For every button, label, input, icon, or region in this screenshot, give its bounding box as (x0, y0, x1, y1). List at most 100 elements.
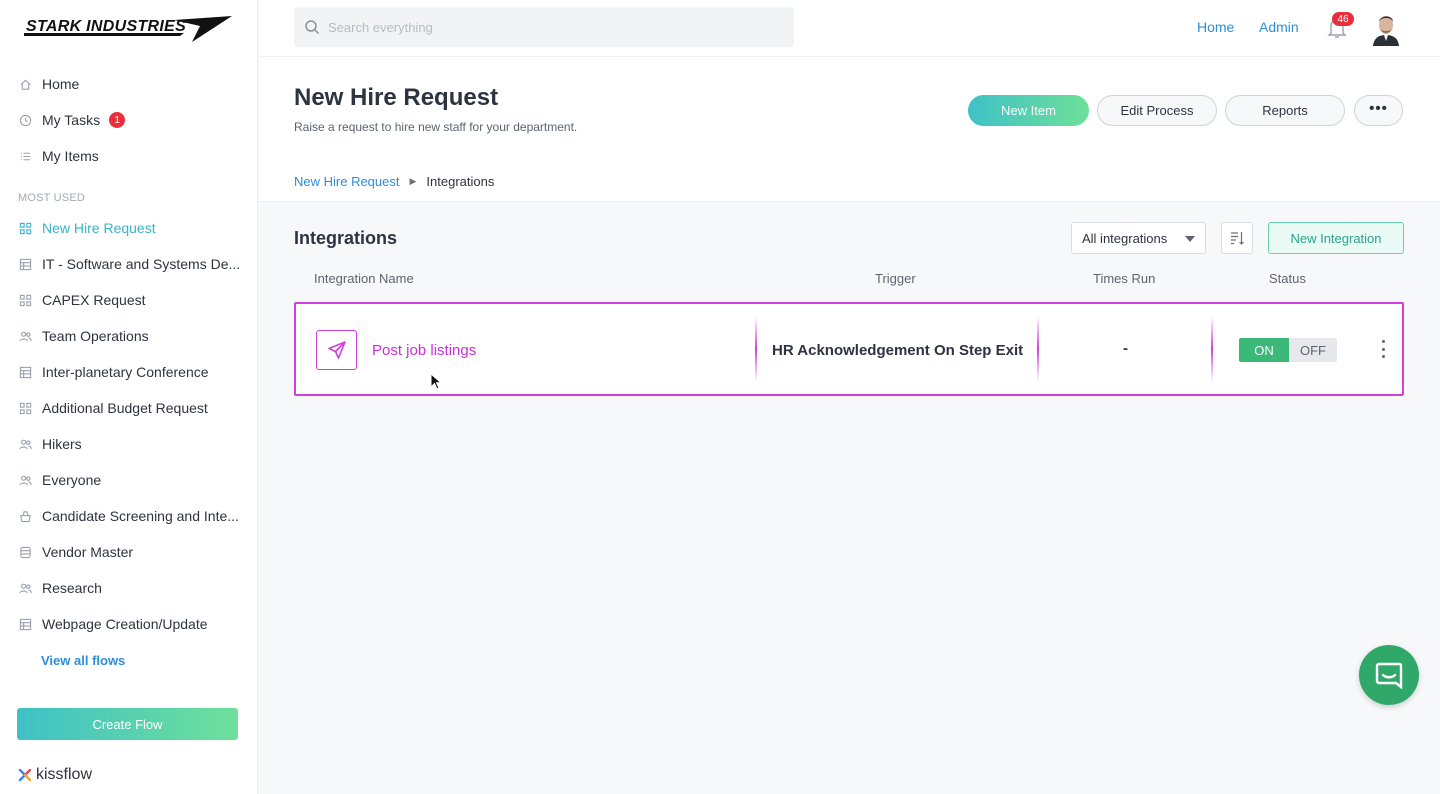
sidebar-item-home[interactable]: Home (0, 66, 258, 102)
integrations-heading: Integrations (294, 228, 398, 248)
chat-launcher-button[interactable] (1359, 645, 1419, 705)
table-icon (18, 617, 32, 631)
tasks-count-badge: 1 (109, 112, 126, 128)
people-icon (18, 473, 32, 487)
people-icon (18, 329, 32, 343)
new-item-button[interactable]: New Item (968, 95, 1089, 126)
sidebar: STARK INDUSTRIES Home My Tasks 1 My Item… (0, 0, 258, 794)
sidebar-item-everyone[interactable]: Everyone (0, 462, 258, 498)
sidebar-item-label: Team Operations (42, 328, 149, 344)
home-link[interactable]: Home (1197, 19, 1234, 35)
sidebar-item-it-software[interactable]: IT - Software and Systems De... (0, 246, 258, 282)
sidebar-item-label: Everyone (42, 472, 102, 488)
reports-button[interactable]: Reports (1225, 95, 1345, 126)
sidebar-item-label: Candidate Screening and Inte... (42, 508, 239, 524)
sidebar-item-label: IT - Software and Systems De... (42, 256, 241, 272)
column-header-times-run: Times Run (1093, 271, 1156, 286)
sidebar-item-label: My Tasks (42, 112, 101, 128)
most-used-heading: MOST USED (18, 192, 85, 204)
database-icon (18, 545, 32, 559)
flow-icon (18, 221, 32, 235)
sidebar-item-label: Additional Budget Request (42, 400, 208, 416)
sidebar-item-label: Webpage Creation/Update (42, 616, 208, 632)
sidebar-item-my-tasks[interactable]: My Tasks 1 (0, 102, 258, 138)
most-used-flows: New Hire Request IT - Software and Syste… (0, 210, 258, 642)
sidebar-item-vendor-master[interactable]: Vendor Master (0, 534, 258, 570)
edit-process-button[interactable]: Edit Process (1097, 95, 1217, 126)
flow-icon (18, 401, 32, 415)
column-header-status: Status (1269, 271, 1306, 286)
people-icon (18, 437, 32, 451)
create-flow-button[interactable]: Create Flow (17, 708, 238, 740)
column-divider (1037, 316, 1039, 382)
column-divider (1211, 316, 1213, 382)
flow-icon (18, 293, 32, 307)
breadcrumb-parent-link[interactable]: New Hire Request (294, 174, 400, 189)
people-icon (18, 581, 32, 595)
sidebar-item-label: CAPEX Request (42, 292, 146, 308)
clock-icon (18, 113, 32, 127)
kissflow-logo: kissflow (17, 766, 92, 784)
search-input[interactable] (328, 19, 768, 35)
stark-industries-logo[interactable]: STARK INDUSTRIES (24, 12, 236, 46)
paper-plane-icon (316, 330, 357, 370)
integration-trigger: HR Acknowledgement On Step Exit (772, 342, 1024, 359)
sidebar-item-candidate-screening[interactable]: Candidate Screening and Inte... (0, 498, 258, 534)
search-box[interactable] (294, 7, 794, 47)
notifications-count-badge: 46 (1332, 12, 1354, 26)
view-all-flows-link[interactable]: View all flows (41, 653, 125, 668)
breadcrumb: New Hire Request ▶ Integrations (294, 174, 494, 189)
sidebar-item-inter-planetary-conference[interactable]: Inter-planetary Conference (0, 354, 258, 390)
admin-link[interactable]: Admin (1259, 19, 1299, 35)
page-subtitle: Raise a request to hire new staff for yo… (294, 120, 578, 134)
column-header-trigger: Trigger (875, 271, 916, 286)
home-icon (18, 77, 32, 91)
integration-row[interactable]: Post job listings HR Acknowledgement On … (294, 302, 1404, 396)
filter-value: All integrations (1082, 230, 1168, 246)
sort-button[interactable] (1221, 222, 1253, 254)
more-dots-icon: ••• (1369, 100, 1388, 117)
sidebar-item-label: My Items (42, 148, 99, 164)
sidebar-item-capex-request[interactable]: CAPEX Request (0, 282, 258, 318)
sidebar-item-research[interactable]: Research (0, 570, 258, 606)
search-icon (305, 20, 320, 35)
caret-down-icon (1185, 236, 1195, 242)
more-options-button[interactable]: ••• (1354, 95, 1403, 126)
chat-icon (1375, 662, 1403, 689)
sidebar-item-team-operations[interactable]: Team Operations (0, 318, 258, 354)
status-off-option[interactable]: OFF (1289, 338, 1337, 362)
table-icon (18, 257, 32, 271)
column-header-integration-name: Integration Name (314, 271, 414, 286)
sidebar-item-additional-budget-request[interactable]: Additional Budget Request (0, 390, 258, 426)
page-title: New Hire Request (294, 84, 499, 111)
sidebar-item-label: Inter-planetary Conference (42, 364, 209, 380)
logo-text: STARK INDUSTRIES (26, 18, 187, 35)
bag-icon (18, 509, 32, 523)
sidebar-item-my-items[interactable]: My Items (0, 138, 258, 174)
main-nav: Home My Tasks 1 My Items (0, 66, 258, 174)
column-divider (755, 316, 757, 382)
sidebar-item-label: Home (42, 76, 80, 92)
integration-times-run: - (1123, 340, 1128, 357)
table-icon (18, 365, 32, 379)
sort-icon (1231, 232, 1244, 245)
status-on-option[interactable]: ON (1239, 338, 1289, 362)
breadcrumb-arrow-icon: ▶ (409, 176, 417, 186)
status-toggle[interactable]: ON OFF (1239, 338, 1337, 362)
list-icon (18, 149, 32, 163)
sidebar-item-webpage-creation[interactable]: Webpage Creation/Update (0, 606, 258, 642)
sidebar-item-hikers[interactable]: Hikers (0, 426, 258, 462)
kissflow-wordmark: kissflow (36, 766, 93, 783)
integration-name-link[interactable]: Post job listings (372, 342, 476, 359)
mouse-cursor-icon (430, 373, 442, 390)
sidebar-item-label: Research (42, 580, 102, 596)
sidebar-item-label: Vendor Master (42, 544, 134, 560)
integrations-filter-select[interactable]: All integrations (1071, 222, 1206, 254)
new-integration-button[interactable]: New Integration (1268, 222, 1404, 254)
user-avatar[interactable] (1371, 10, 1401, 46)
sidebar-item-label: New Hire Request (42, 220, 156, 236)
row-kebab-menu-icon[interactable] (1378, 340, 1388, 358)
sidebar-item-label: Hikers (42, 436, 82, 452)
sidebar-item-new-hire-request[interactable]: New Hire Request (0, 210, 258, 246)
breadcrumb-current: Integrations (426, 174, 495, 189)
